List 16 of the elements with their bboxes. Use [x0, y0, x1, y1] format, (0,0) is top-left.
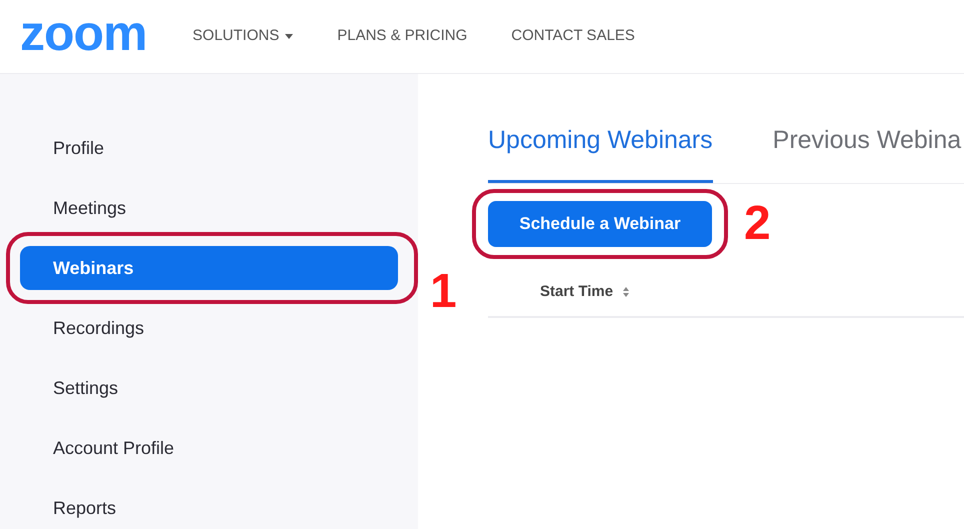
sidebar-item[interactable]: Reports: [20, 486, 398, 529]
sidebar-item[interactable]: Meetings: [20, 186, 398, 230]
annotation-number: 2: [744, 200, 771, 248]
tab[interactable]: Upcoming Webinars: [488, 122, 713, 182]
sidebar-item[interactable]: Recordings: [20, 306, 398, 350]
annotation-number: 1: [430, 268, 457, 316]
sidebar-item[interactable]: Settings: [20, 366, 398, 410]
sidebar-item[interactable]: Profile: [20, 126, 398, 170]
schedule-webinar-button[interactable]: Schedule a Webinar: [488, 201, 712, 247]
nav-link[interactable]: PLANS & PRICING: [337, 25, 468, 48]
column-header[interactable]: Start Time: [540, 280, 630, 304]
sidebar-item[interactable]: Webinars: [20, 246, 398, 290]
tab[interactable]: Previous Webina: [772, 122, 962, 180]
nav-link[interactable]: SOLUTIONS: [192, 25, 294, 48]
sidebar-item[interactable]: Account Profile: [20, 426, 398, 470]
nav-link[interactable]: CONTACT SALES: [511, 25, 635, 48]
